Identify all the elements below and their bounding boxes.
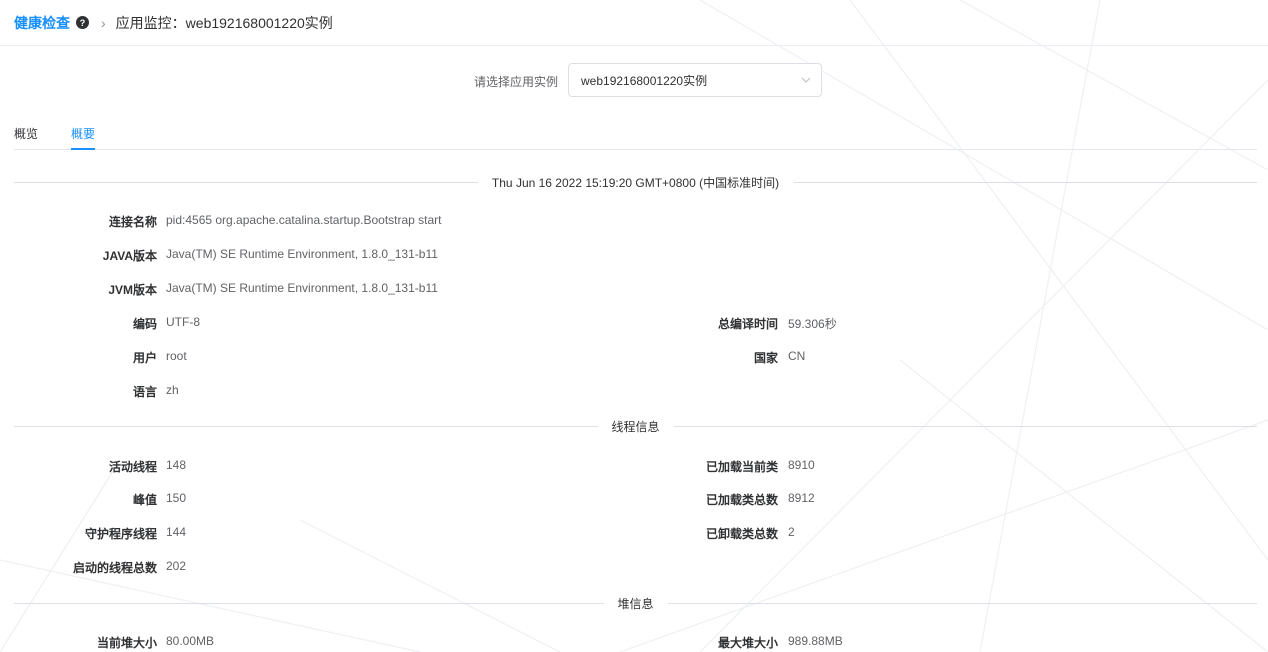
active-threads-value: 148 bbox=[166, 458, 187, 472]
instance-select-value: web192168001220实例 bbox=[581, 73, 708, 88]
chevron-right-icon: › bbox=[101, 14, 106, 31]
instance-selector-label: 请选择应用实例 bbox=[474, 75, 559, 89]
peak-value: 150 bbox=[166, 491, 187, 505]
java-version-value: Java(TM) SE Runtime Environment, 1.8.0_1… bbox=[166, 247, 438, 261]
instance-selector-row: 请选择应用实例 web192168001220实例 bbox=[0, 63, 1268, 97]
thread-info-divider: 线程信息 bbox=[14, 418, 1257, 435]
loaded-total-classes-label: 已加载类总数 bbox=[705, 493, 778, 507]
breadcrumb-current-prefix: 应用监控： bbox=[115, 14, 186, 31]
total-compile-time-label: 总编译时间 bbox=[717, 317, 778, 331]
active-threads-label: 活动线程 bbox=[108, 460, 157, 474]
breadcrumb: 健康检查 ? › 应用监控： web192168001220实例 bbox=[0, 0, 1268, 46]
connection-name-label: 连接名称 bbox=[108, 215, 157, 229]
health-check-page: 健康检查 ? › 应用监控： web192168001220实例 请选择应用实例… bbox=[0, 0, 1268, 652]
chevron-down-icon bbox=[801, 77, 811, 83]
loaded-total-classes-value: 8912 bbox=[788, 491, 815, 505]
current-heap-size-label: 当前堆大小 bbox=[96, 636, 157, 650]
heap-info-title: 堆信息 bbox=[603, 595, 668, 612]
loaded-current-classes-label: 已加载当前类 bbox=[705, 460, 778, 474]
timestamp-divider: Thu Jun 16 2022 15:19:20 GMT+0800 (中国标准时… bbox=[14, 174, 1257, 191]
total-compile-time-value: 59.306秒 bbox=[788, 317, 837, 331]
peak-label: 峰值 bbox=[132, 493, 157, 507]
breadcrumb-home-link[interactable]: 健康检查 bbox=[14, 13, 70, 33]
started-total-threads-value: 202 bbox=[166, 559, 187, 573]
heap-info-divider: 堆信息 bbox=[14, 595, 1257, 612]
unloaded-total-classes-label: 已卸载类总数 bbox=[705, 527, 778, 541]
encoding-label: 编码 bbox=[132, 317, 157, 331]
country-label: 国家 bbox=[753, 351, 778, 365]
tab-overview[interactable]: 概览 bbox=[14, 125, 38, 142]
tab-active-indicator bbox=[71, 148, 95, 150]
started-total-threads-label: 启动的线程总数 bbox=[72, 561, 157, 575]
timestamp-text: Thu Jun 16 2022 15:19:20 GMT+0800 (中国标准时… bbox=[477, 174, 794, 191]
daemon-threads-value: 144 bbox=[166, 525, 187, 539]
max-heap-size-label: 最大堆大小 bbox=[717, 636, 778, 650]
max-heap-size-value: 989.88MB bbox=[788, 634, 843, 648]
breadcrumb-current-value: web192168001220实例 bbox=[185, 14, 333, 31]
current-heap-size-value: 80.00MB bbox=[166, 634, 215, 648]
jvm-version-label: JVM版本 bbox=[108, 283, 157, 297]
user-label: 用户 bbox=[132, 351, 157, 365]
loaded-current-classes-value: 8910 bbox=[788, 458, 815, 472]
help-icon[interactable]: ? bbox=[76, 16, 89, 29]
jvm-version-value: Java(TM) SE Runtime Environment, 1.8.0_1… bbox=[166, 281, 438, 295]
language-value: zh bbox=[166, 383, 179, 397]
user-value: root bbox=[166, 349, 187, 363]
tab-summary[interactable]: 概要 bbox=[71, 125, 95, 142]
instance-select[interactable]: web192168001220实例 bbox=[568, 63, 822, 97]
daemon-threads-label: 守护程序线程 bbox=[84, 527, 157, 541]
language-label: 语言 bbox=[132, 385, 157, 399]
tab-bar: 概览 概要 bbox=[14, 118, 1257, 150]
java-version-label: JAVA版本 bbox=[102, 249, 157, 263]
connection-name-value: pid:4565 org.apache.catalina.startup.Boo… bbox=[166, 213, 442, 227]
country-value: CN bbox=[788, 349, 806, 363]
thread-info-title: 线程信息 bbox=[597, 418, 674, 435]
encoding-value: UTF-8 bbox=[166, 315, 200, 329]
unloaded-total-classes-value: 2 bbox=[788, 525, 795, 539]
